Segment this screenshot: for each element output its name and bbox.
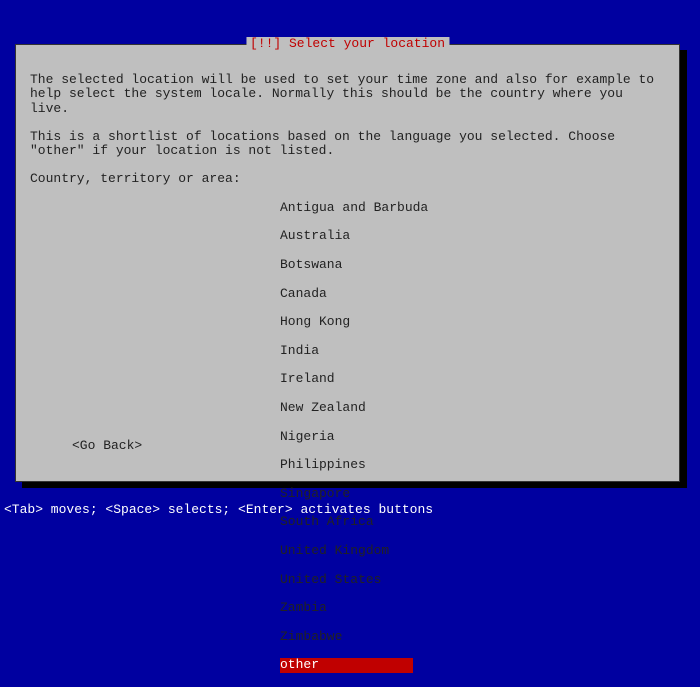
dialog-prompt: Country, territory or area: xyxy=(30,172,665,186)
location-list[interactable]: Antigua and Barbuda Australia Botswana Cana… xyxy=(280,201,665,673)
list-item[interactable]: Nigeria xyxy=(280,430,665,444)
dialog-description-1: The selected location will be used to se… xyxy=(30,73,665,116)
list-item[interactable]: Hong Kong xyxy=(280,315,665,329)
list-item[interactable]: Australia xyxy=(280,229,665,243)
dialog-body: The selected location will be used to se… xyxy=(16,45,679,687)
list-item[interactable]: Singapore xyxy=(280,487,665,501)
list-item[interactable]: United States xyxy=(280,573,665,587)
list-item[interactable]: Zimbabwe xyxy=(280,630,665,644)
go-back-button[interactable]: <Go Back> xyxy=(72,439,142,453)
list-item[interactable]: India xyxy=(280,344,665,358)
list-item[interactable]: Ireland xyxy=(280,372,665,386)
list-item[interactable]: Botswana xyxy=(280,258,665,272)
location-dialog: [!!] Select your location The selected l… xyxy=(15,44,680,482)
list-item[interactable]: other xyxy=(280,658,413,672)
list-item[interactable]: New Zealand xyxy=(280,401,665,415)
dialog-title: [!!] Select your location xyxy=(246,37,449,51)
dialog-description-2: This is a shortlist of locations based o… xyxy=(30,130,665,159)
list-item[interactable]: Antigua and Barbuda xyxy=(280,201,665,215)
list-item[interactable]: Philippines xyxy=(280,458,665,472)
list-item[interactable]: Canada xyxy=(280,287,665,301)
footer-hint: <Tab> moves; <Space> selects; <Enter> ac… xyxy=(4,503,433,517)
list-item[interactable]: United Kingdom xyxy=(280,544,665,558)
list-item[interactable]: South Africa xyxy=(280,515,665,529)
list-item[interactable]: Zambia xyxy=(280,601,665,615)
